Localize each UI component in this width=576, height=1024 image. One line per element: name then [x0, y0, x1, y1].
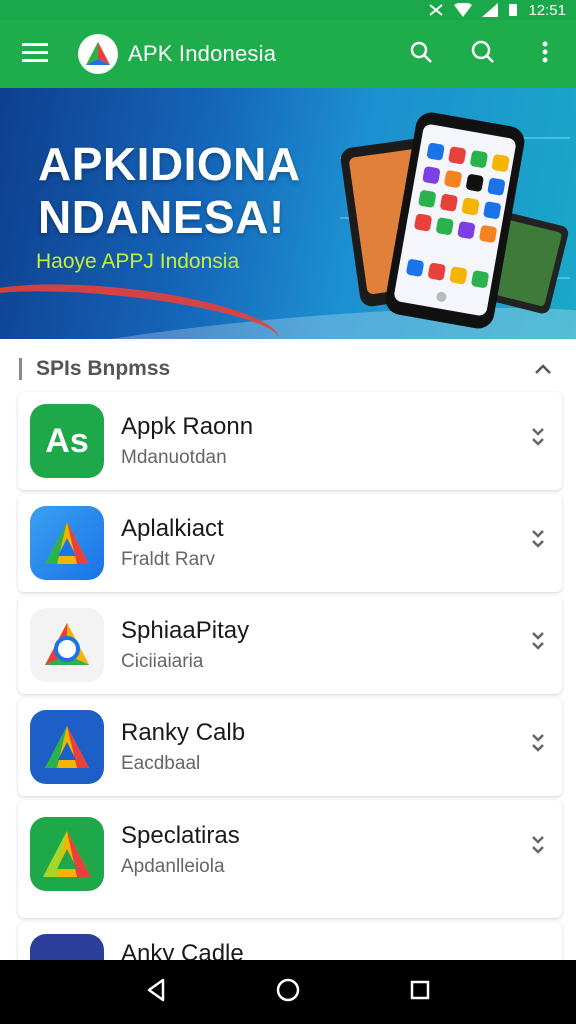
app-subtitle: Apdanlleiola [121, 856, 225, 877]
list-item[interactable]: Speclatiras Apdanlleiola [18, 800, 562, 918]
chevron-up-icon[interactable] [534, 363, 552, 375]
app-title: APK Indonesia [128, 41, 277, 66]
section-title: SPIs Bnpmss [36, 357, 171, 380]
status-bar: 12:51 [0, 0, 576, 20]
wifi-icon [454, 3, 473, 17]
list-item[interactable]: As Appk Raonn Mdanuotdan [18, 392, 562, 490]
app-name: Ranky Calb [121, 719, 246, 746]
banner-title: APKIDIONA NDANESA! [38, 138, 301, 243]
app-logo [78, 34, 118, 74]
download-button[interactable] [520, 522, 556, 562]
app-list: As Appk Raonn Mdanuotdan Aplalkiact Fral… [18, 392, 562, 986]
download-icon [529, 733, 547, 760]
search-icon [471, 40, 495, 69]
download-icon [529, 835, 547, 862]
download-icon [529, 427, 547, 454]
section-header[interactable]: SPIs Bnpmss [0, 348, 576, 390]
app-subtitle: Fraldt Rarv [121, 549, 215, 570]
home-icon [275, 977, 301, 1008]
app-name: Aplalkiact [121, 515, 224, 542]
download-button[interactable] [520, 726, 556, 766]
menu-button[interactable] [0, 20, 70, 88]
app-icon: As [30, 404, 104, 478]
recents-button[interactable] [395, 967, 445, 1017]
recents-icon [409, 979, 431, 1006]
download-button[interactable] [520, 624, 556, 664]
banner-swoosh-red [0, 271, 283, 339]
home-button[interactable] [263, 967, 313, 1017]
promo-banner[interactable]: APKIDIONA NDANESA! Haoye APPJ Indonsia [0, 88, 576, 339]
notification-icon [428, 3, 444, 17]
clock: 12:51 [528, 1, 566, 19]
back-button[interactable] [131, 967, 181, 1017]
list-item[interactable]: SphiaaPitay Ciciiaiaria [18, 596, 562, 694]
app-subtitle: Ciciiaiaria [121, 651, 204, 672]
app-name: Appk Raonn [121, 413, 254, 440]
section-accent-bar [19, 358, 22, 380]
search-button[interactable] [390, 20, 452, 88]
list-item[interactable]: Ranky Calb Eacdbaal [18, 698, 562, 796]
app-icon [30, 506, 104, 580]
banner-phones-illustration [340, 112, 570, 329]
app-name: SphiaaPitay [121, 617, 250, 644]
list-item[interactable]: Aplalkiact Fraldt Rarv [18, 494, 562, 592]
download-icon [529, 529, 547, 556]
back-icon [145, 978, 167, 1007]
app-subtitle: Eacdbaal [121, 753, 201, 774]
more-vert-icon [542, 41, 548, 68]
app-name: Speclatiras [121, 822, 240, 849]
app-bar: APK Indonesia [0, 20, 576, 88]
navigation-bar [0, 960, 576, 1024]
banner-subtitle: Haoye APPJ Indonsia [36, 250, 240, 273]
battery-icon [508, 3, 518, 17]
app-icon [30, 608, 104, 682]
download-button[interactable] [520, 828, 556, 868]
app-icon [30, 710, 104, 784]
menu-icon [22, 42, 48, 67]
signal-icon [482, 3, 499, 17]
download-icon [529, 631, 547, 658]
search-icon [409, 40, 433, 69]
app-subtitle: Mdanuotdan [121, 447, 227, 468]
app-icon [30, 817, 104, 891]
download-button[interactable] [520, 420, 556, 460]
overflow-menu-button[interactable] [514, 20, 576, 88]
search-button-2[interactable] [452, 20, 514, 88]
